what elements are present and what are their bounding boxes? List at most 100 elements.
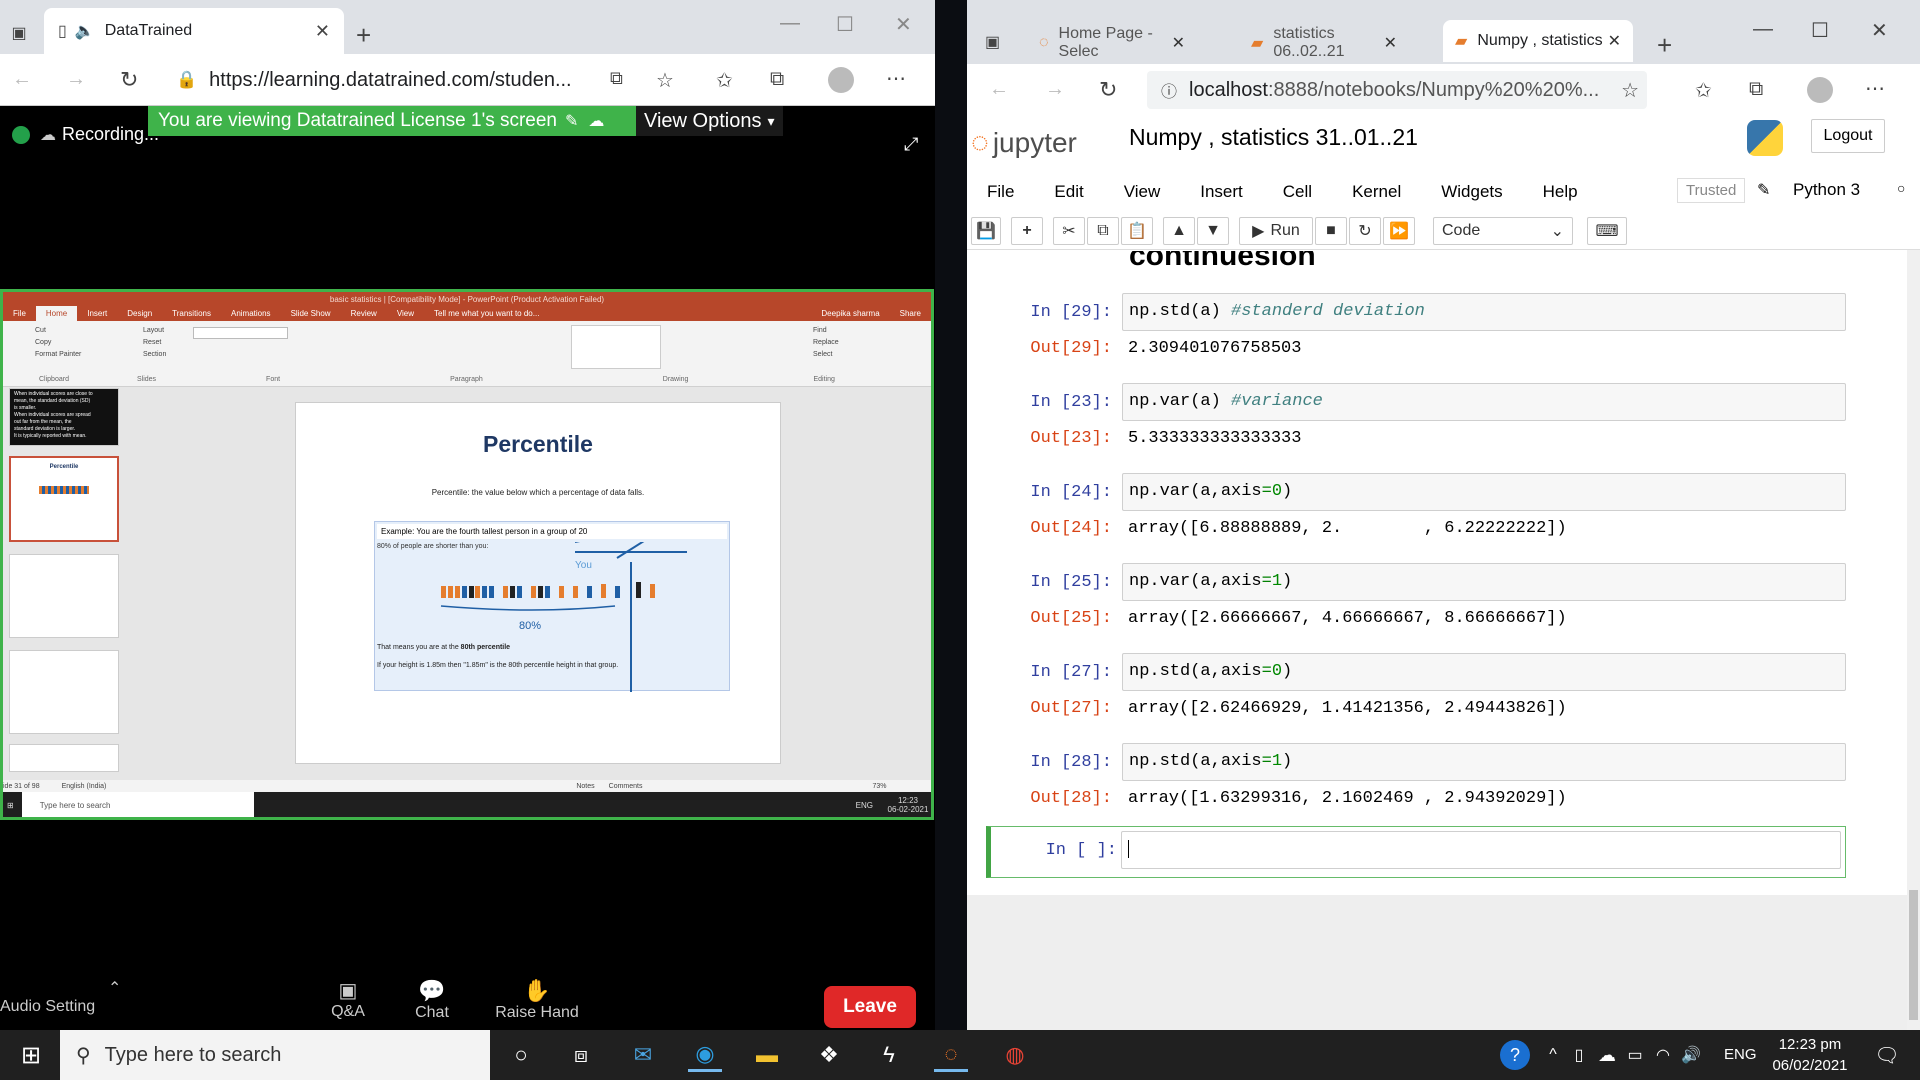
stop-icon[interactable]: ■ — [1315, 217, 1347, 245]
copy-button[interactable]: Copy — [35, 337, 81, 349]
menu-help[interactable]: Help — [1543, 182, 1578, 202]
open-app-icon[interactable]: ⧉ — [610, 68, 623, 89]
find-button[interactable]: Find — [813, 325, 839, 337]
notifications-icon[interactable]: 🗨 — [1870, 1038, 1904, 1072]
ppt-tab-home[interactable]: Home — [35, 306, 78, 321]
more-icon[interactable]: ⋯ — [1865, 76, 1885, 101]
code-input[interactable]: np.var(a) #variance — [1122, 383, 1846, 421]
more-icon[interactable]: ⋯ — [886, 66, 906, 91]
code-input[interactable]: np.std(a,axis=0) — [1122, 653, 1846, 691]
thumbnail-30[interactable]: When individual scores are close to mean… — [9, 388, 119, 446]
reload-icon[interactable]: ↻ — [1099, 77, 1117, 103]
code-input[interactable]: np.std(a) #standerd deviation — [1122, 293, 1846, 331]
move-up-icon[interactable]: ▲ — [1163, 217, 1195, 245]
cortana-icon[interactable]: ○ — [504, 1038, 538, 1072]
menu-insert[interactable]: Insert — [1200, 182, 1243, 202]
reload-icon[interactable]: ↻ — [120, 67, 138, 93]
ppt-tab-transitions[interactable]: Transitions — [162, 309, 221, 318]
ppt-tab-slideshow[interactable]: Slide Show — [281, 309, 341, 318]
trusted-indicator[interactable]: Trusted — [1677, 178, 1746, 203]
fast-forward-icon[interactable]: ⏩ — [1383, 217, 1415, 245]
maximize-icon[interactable]: ☐ — [836, 12, 854, 37]
thumbnail-32[interactable] — [9, 554, 119, 638]
favorites-icon[interactable]: ✩ — [716, 68, 733, 93]
view-options-button[interactable]: View Options ▾ — [636, 106, 783, 136]
chat-button[interactable]: 💬 Chat — [412, 978, 452, 1022]
reset-button[interactable]: Reset — [143, 337, 166, 349]
language-indicator[interactable]: ENG — [1724, 1046, 1757, 1063]
ppt-tab-view[interactable]: View — [387, 309, 424, 318]
back-icon[interactable]: ← — [989, 78, 1009, 101]
menu-edit[interactable]: Edit — [1054, 182, 1083, 202]
cut-button[interactable]: Cut — [35, 325, 81, 337]
replace-button[interactable]: Replace — [813, 337, 839, 349]
logout-button[interactable]: Logout — [1811, 119, 1885, 153]
section-button[interactable]: Section — [143, 349, 166, 361]
leave-button[interactable]: Leave — [824, 986, 916, 1028]
status-zoom[interactable]: 73% — [872, 783, 886, 790]
notebook-title[interactable]: Numpy , statistics 31..01..21 — [1129, 124, 1418, 151]
thumbnail-31-selected[interactable]: Percentile — [9, 456, 119, 542]
ppt-tab-file[interactable]: File — [3, 309, 36, 318]
code-input[interactable]: np.var(a,axis=1) — [1122, 563, 1846, 601]
run-button[interactable]: ▶ Run — [1239, 217, 1313, 245]
menu-cell[interactable]: Cell — [1283, 182, 1312, 202]
close-window-icon[interactable]: ✕ — [1871, 18, 1888, 43]
add-favorite-icon[interactable]: ☆ — [656, 68, 674, 93]
ppt-tab-insert[interactable]: Insert — [77, 309, 117, 318]
font-name-box[interactable] — [193, 327, 288, 339]
copy-icon[interactable]: ⧉ — [1087, 217, 1119, 245]
task-view-icon[interactable]: ⧈ — [564, 1038, 598, 1072]
move-down-icon[interactable]: ▼ — [1197, 217, 1229, 245]
close-tab-icon[interactable]: ✕ — [1608, 31, 1621, 51]
paste-icon[interactable]: 📋 — [1121, 217, 1153, 245]
fullscreen-icon[interactable]: ⤢ — [904, 134, 918, 155]
ppt-tab-design[interactable]: Design — [117, 309, 162, 318]
back-icon[interactable]: ← — [12, 68, 32, 91]
clock[interactable]: 12:23 pm 06/02/2021 — [1760, 1034, 1860, 1076]
code-input[interactable]: np.var(a,axis=0) — [1122, 473, 1846, 511]
cut-icon[interactable]: ✂ — [1053, 217, 1085, 245]
minimize-icon[interactable]: — — [780, 12, 800, 35]
keyboard-icon[interactable]: ⌨ — [1587, 217, 1627, 245]
tab-datatrained[interactable]: ▯ 🔈 DataTrained ✕ — [44, 8, 344, 54]
code-input[interactable]: np.std(a,axis=1) — [1122, 743, 1846, 781]
close-tab-icon[interactable]: ✕ — [315, 21, 330, 42]
close-tab-icon[interactable]: ✕ — [1172, 33, 1185, 53]
new-tab-icon[interactable]: + — [1657, 30, 1672, 61]
save-icon[interactable]: 💾 — [971, 217, 1001, 245]
volume-icon[interactable]: 🔊 — [1674, 1038, 1708, 1072]
chevron-up-icon[interactable]: ⌃ — [108, 978, 121, 998]
forward-icon[interactable]: → — [66, 68, 86, 91]
notes-button[interactable]: Notes — [576, 783, 594, 790]
tab-statistics[interactable]: ▰ statistics 06..02..21 ✕ — [1239, 22, 1409, 64]
raise-hand-button[interactable]: ✋ Raise Hand — [492, 978, 582, 1022]
scrollbar-thumb[interactable] — [1909, 890, 1918, 1020]
jupyter-app-icon[interactable]: ◌ — [934, 1038, 968, 1072]
menu-view[interactable]: View — [1124, 182, 1161, 202]
ppt-tab-animations[interactable]: Animations — [221, 309, 281, 318]
tab-actions-icon[interactable]: ▣ — [8, 22, 30, 44]
collections-icon[interactable]: ⧉ — [770, 68, 784, 91]
ppt-tell-me[interactable]: Tell me what you want to do... — [424, 309, 549, 318]
url-field[interactable]: ⓘ localhost:8888/notebooks/Numpy%20%20%.… — [1147, 71, 1647, 109]
format-painter-button[interactable]: Format Painter — [35, 349, 81, 361]
menu-kernel[interactable]: Kernel — [1352, 182, 1401, 202]
speaker-icon[interactable]: 🔈 — [75, 21, 95, 41]
app-bolt-icon[interactable]: ϟ — [872, 1038, 906, 1072]
select-button[interactable]: Select — [813, 349, 839, 361]
scrollbar[interactable] — [1907, 250, 1920, 1030]
restart-icon[interactable]: ↻ — [1349, 217, 1381, 245]
help-icon[interactable]: ? — [1500, 1040, 1530, 1070]
profile-avatar[interactable] — [1807, 77, 1833, 103]
tab-home-page[interactable]: ◌ Home Page - Selec ✕ — [1027, 22, 1197, 64]
menu-widgets[interactable]: Widgets — [1441, 182, 1502, 202]
taskbar-search[interactable]: ⚲ Type here to search — [60, 1030, 490, 1080]
thumbnail-33[interactable] — [9, 650, 119, 734]
close-window-icon[interactable]: ✕ — [895, 12, 912, 37]
favorites-icon[interactable]: ✩ — [1695, 78, 1712, 103]
tab-actions-icon[interactable]: ▣ — [985, 32, 1000, 52]
edge-icon[interactable]: ◉ — [688, 1038, 722, 1072]
layout-button[interactable]: Layout — [143, 325, 166, 337]
shapes-gallery[interactable] — [571, 325, 661, 369]
